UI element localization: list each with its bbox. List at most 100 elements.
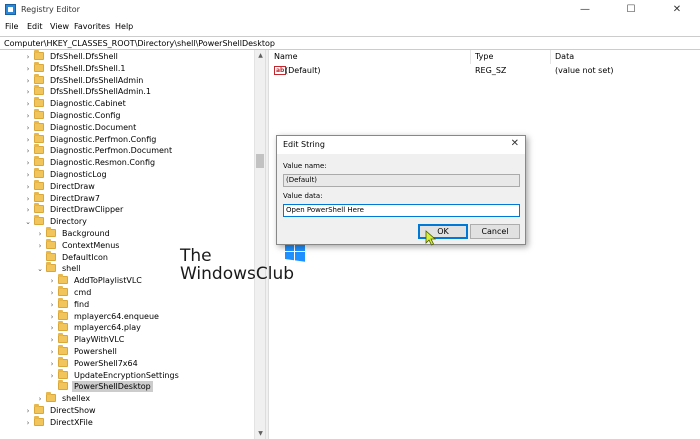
tree-item-label: UpdateEncryptionSettings <box>74 370 179 380</box>
chevron-down-icon[interactable]: ⌄ <box>36 264 44 274</box>
close-button[interactable]: ✕ <box>654 0 700 20</box>
dialog-title-bar[interactable]: Edit String ✕ <box>277 136 525 154</box>
chevron-right-icon[interactable]: › <box>24 406 32 416</box>
folder-icon <box>34 61 44 72</box>
tree-item-label: DfsShell.DfsShellAdmin.1 <box>50 87 151 97</box>
chevron-right-icon[interactable]: › <box>24 123 32 133</box>
chevron-right-icon[interactable]: › <box>36 229 44 239</box>
chevron-right-icon[interactable]: › <box>24 111 32 121</box>
chevron-right-icon[interactable]: › <box>24 182 32 192</box>
tree-scrollbar[interactable]: ▲ ▼ <box>254 50 265 439</box>
chevron-right-icon[interactable]: › <box>24 418 32 428</box>
tree-item-label: DirectDraw <box>50 181 95 191</box>
tree-item-label: AddToPlaylistVLC <box>74 276 142 286</box>
menu-view[interactable]: View <box>50 22 69 31</box>
value-row[interactable]: ab (Default) REG_SZ (value not set) <box>269 65 700 77</box>
tree-item-label: DirectShow <box>50 406 96 415</box>
key-tree[interactable]: › DfsShell.DfsShell › DfsShell.DfsShell.1 › D… <box>0 50 265 439</box>
chevron-right-icon[interactable]: › <box>48 359 56 369</box>
menu-edit[interactable]: Edit <box>27 22 43 31</box>
value-name: (Default) <box>285 66 321 75</box>
chevron-right-icon[interactable]: › <box>48 300 56 310</box>
column-header-name[interactable]: Name <box>274 52 298 61</box>
folder-icon <box>58 356 68 367</box>
chevron-right-icon[interactable]: › <box>24 99 32 109</box>
tree-item-label: DirectDrawClipper <box>50 205 124 215</box>
chevron-right-icon[interactable]: › <box>24 194 32 204</box>
address-path[interactable]: Computer\HKEY_CLASSES_ROOT\Directory\she… <box>4 39 275 48</box>
dialog-title: Edit String <box>283 140 325 149</box>
menu-bar: File Edit View Favorites Help <box>0 20 700 36</box>
chevron-down-icon[interactable]: ⌄ <box>24 217 32 227</box>
chevron-right-icon[interactable]: › <box>36 394 44 404</box>
tree-item-label: cmd <box>74 288 92 297</box>
chevron-right-icon[interactable]: › <box>48 288 56 298</box>
chevron-right-icon[interactable]: › <box>24 170 32 180</box>
tree-item-label: DirectDraw7 <box>50 193 100 203</box>
cancel-button[interactable]: Cancel <box>470 224 520 239</box>
chevron-right-icon[interactable]: › <box>48 312 56 322</box>
folder-icon <box>58 345 68 355</box>
folder-icon <box>46 238 56 249</box>
tree-item-label: DfsShell.DfsShell.1 <box>50 63 126 73</box>
address-bar[interactable]: Computer\HKEY_CLASSES_ROOT\Directory\she… <box>0 36 700 50</box>
tree-item-label: DefaultIcon <box>62 252 108 262</box>
folder-icon <box>34 50 44 60</box>
column-header-type[interactable]: Type <box>475 52 493 61</box>
chevron-right-icon[interactable]: › <box>48 276 56 286</box>
folder-icon <box>34 215 44 226</box>
folder-icon <box>34 120 44 131</box>
tree-item-label: Diagnostic.Perfmon.Config <box>50 134 157 144</box>
value-data-input[interactable]: Open PowerShell Here <box>283 204 520 217</box>
folder-icon <box>58 309 68 320</box>
column-divider[interactable] <box>470 50 471 64</box>
folder-icon <box>46 250 56 261</box>
column-divider[interactable] <box>550 50 551 64</box>
chevron-right-icon[interactable] <box>48 382 56 392</box>
scroll-thumb[interactable] <box>256 154 264 168</box>
chevron-right-icon[interactable]: › <box>36 241 44 251</box>
chevron-right-icon[interactable]: › <box>48 335 56 345</box>
column-header-data[interactable]: Data <box>555 52 574 61</box>
folder-icon <box>34 191 44 202</box>
chevron-right-icon[interactable]: › <box>24 52 32 62</box>
chevron-right-icon[interactable] <box>36 253 44 263</box>
folder-icon <box>34 97 44 108</box>
chevron-right-icon[interactable]: › <box>24 146 32 156</box>
chevron-right-icon[interactable]: › <box>24 64 32 74</box>
dialog-close-icon[interactable]: ✕ <box>511 138 519 149</box>
maximize-button[interactable]: ☐ <box>608 0 654 20</box>
value-data: (value not set) <box>555 66 614 75</box>
tree-item-label: Diagnostic.Perfmon.Document <box>50 146 173 156</box>
folder-icon <box>58 368 68 379</box>
chevron-right-icon[interactable]: › <box>24 205 32 215</box>
folder-icon <box>58 321 68 332</box>
chevron-right-icon[interactable]: › <box>48 371 56 381</box>
folder-icon <box>34 144 44 155</box>
tree-item-label: Diagnostic.Document <box>50 122 137 132</box>
tree-item-label: shell <box>62 264 81 274</box>
tree-item-label: find <box>74 299 90 309</box>
window-title: Registry Editor <box>21 5 80 14</box>
tree-item-label: PlayWithVLC <box>74 335 125 345</box>
watermark-line1: The <box>180 246 212 266</box>
chevron-right-icon[interactable]: › <box>48 323 56 333</box>
minimize-button[interactable]: — <box>562 0 608 20</box>
tree-item-label: shellex <box>62 394 91 404</box>
tree-item-label: DiagnosticLog <box>50 170 107 179</box>
folder-icon <box>34 168 44 178</box>
chevron-right-icon[interactable]: › <box>24 158 32 168</box>
folder-icon <box>34 415 44 426</box>
tree-item-label: Diagnostic.Cabinet <box>50 99 126 109</box>
menu-help[interactable]: Help <box>115 22 133 31</box>
tree-item-label: DfsShell.DfsShell <box>50 52 118 61</box>
chevron-right-icon[interactable]: › <box>24 135 32 145</box>
title-bar: Registry Editor — ☐ ✕ <box>0 0 700 20</box>
chevron-right-icon[interactable]: › <box>48 347 56 357</box>
chevron-right-icon[interactable]: › <box>24 76 32 86</box>
chevron-right-icon[interactable]: › <box>24 87 32 97</box>
menu-favorites[interactable]: Favorites <box>74 22 110 31</box>
tree-item-label: Diagnostic.Resmon.Config <box>50 158 156 168</box>
menu-file[interactable]: File <box>5 22 18 31</box>
folder-icon <box>34 203 44 214</box>
